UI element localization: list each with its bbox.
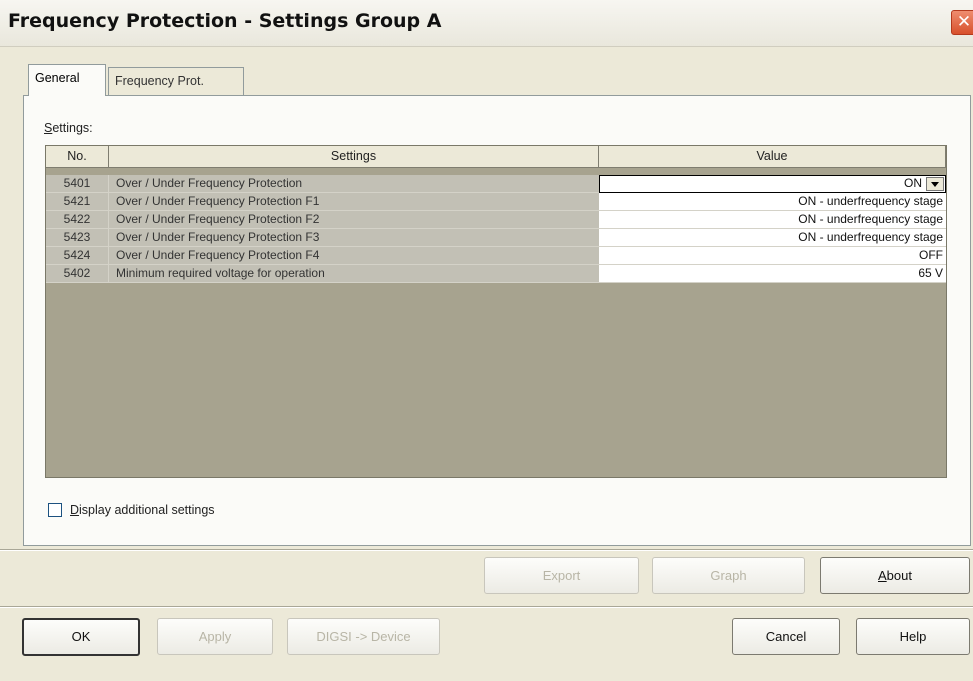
table-row[interactable]: 5424 Over / Under Frequency Protection F… [46,247,946,265]
about-button[interactable]: About [820,557,970,594]
row-number: 5424 [46,247,109,265]
row-setting-name: Over / Under Frequency Protection F2 [109,211,599,229]
row-number: 5401 [46,175,109,193]
table-row[interactable]: 5421 Over / Under Frequency Protection F… [46,193,946,211]
chevron-down-icon[interactable] [926,177,944,191]
column-header-settings[interactable]: Settings [109,146,599,168]
row-value[interactable]: ON - underfrequency stage [599,229,946,247]
table-row[interactable]: 5402 Minimum required voltage for operat… [46,265,946,283]
divider [0,606,973,608]
divider [0,549,973,551]
row-value[interactable]: OFF [599,247,946,265]
table-row[interactable]: 5423 Over / Under Frequency Protection F… [46,229,946,247]
column-header-no[interactable]: No. [46,146,109,168]
window-title: Frequency Protection - Settings Group A [8,10,442,32]
row-setting-name: Over / Under Frequency Protection F4 [109,247,599,265]
row-value-dropdown[interactable]: ON [599,175,946,193]
digsi-to-device-button[interactable]: DIGSI -> Device [287,618,440,655]
help-button[interactable]: Help [856,618,970,655]
display-additional-settings-label[interactable]: Display additional settings [70,503,215,517]
row-setting-name: Over / Under Frequency Protection F1 [109,193,599,211]
row-value[interactable]: ON - underfrequency stage [599,211,946,229]
table-row[interactable]: 5422 Over / Under Frequency Protection F… [46,211,946,229]
graph-button[interactable]: Graph [652,557,805,594]
column-header-value[interactable]: Value [599,146,946,168]
ok-button[interactable]: OK [22,618,140,656]
tab-general[interactable]: General [28,64,106,96]
title-bar: Frequency Protection - Settings Group A … [0,0,973,47]
row-number: 5402 [46,265,109,283]
row-number: 5421 [46,193,109,211]
table-row[interactable]: 5401 Over / Under Frequency Protection O… [46,175,946,193]
tab-frequency-prot[interactable]: Frequency Prot. [108,67,244,95]
apply-button[interactable]: Apply [157,618,273,655]
row-number: 5422 [46,211,109,229]
row-setting-name: Over / Under Frequency Protection [109,175,599,193]
row-setting-name: Over / Under Frequency Protection F3 [109,229,599,247]
settings-label: Settings: [44,121,93,135]
row-value[interactable]: 65 V [599,265,946,283]
row-number: 5423 [46,229,109,247]
close-icon[interactable]: ✕ [951,10,973,35]
row-value: ON [904,176,922,190]
display-additional-settings-checkbox[interactable] [48,503,62,517]
export-button[interactable]: Export [484,557,639,594]
row-value[interactable]: ON - underfrequency stage [599,193,946,211]
cancel-button[interactable]: Cancel [732,618,840,655]
row-setting-name: Minimum required voltage for operation [109,265,599,283]
